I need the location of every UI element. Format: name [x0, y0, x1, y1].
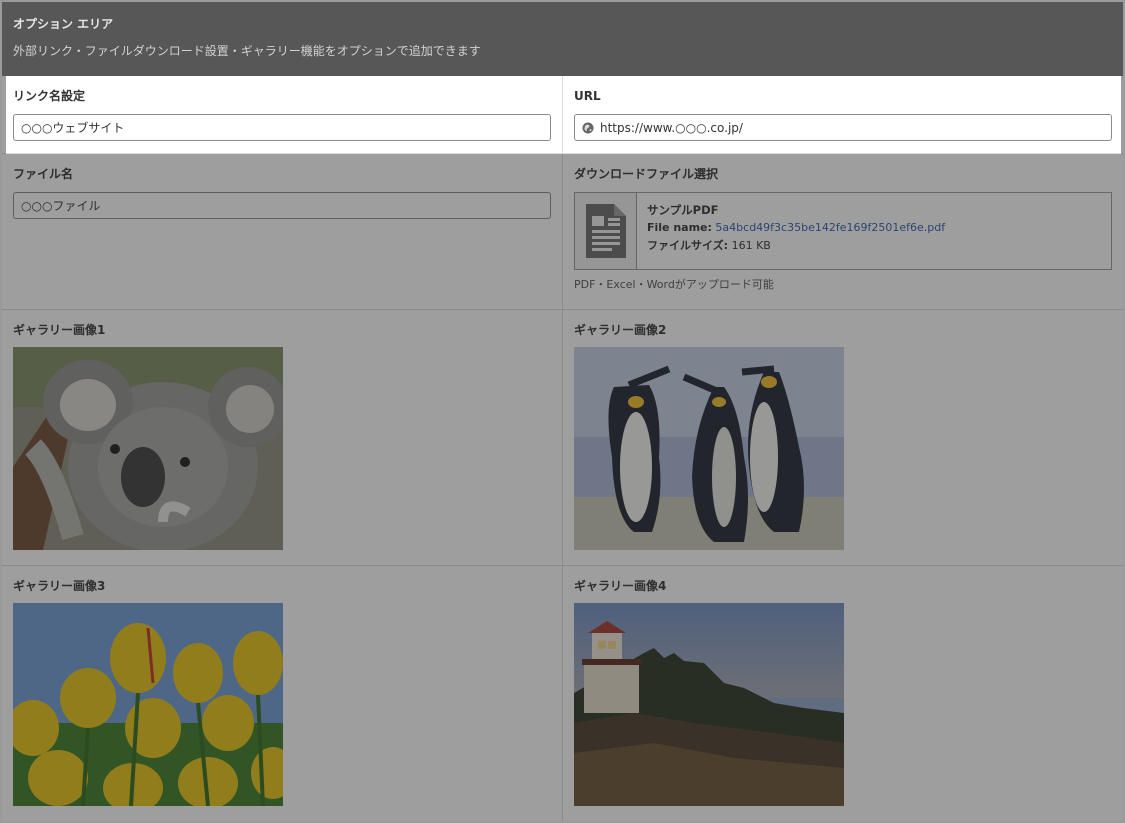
- gallery-cell-3: ギャラリー画像3: [2, 566, 563, 821]
- gallery-cell-4: ギャラリー画像4: [563, 566, 1123, 821]
- url-field[interactable]: [574, 114, 1112, 141]
- file-size-row: ファイルサイズ: 161 KB: [647, 237, 945, 255]
- file-row: ファイル名 ダウンロードファイル選択: [2, 154, 1123, 310]
- file-name-row: File name: 5a4bcd49f3c35be142fe169f2501e…: [647, 219, 945, 237]
- url-input[interactable]: [600, 116, 1104, 139]
- gallery-label-4: ギャラリー画像4: [574, 579, 667, 593]
- file-name-label: ファイル名: [13, 167, 74, 181]
- link-name-input[interactable]: [13, 114, 551, 141]
- gallery-row-2: ギャラリー画像3 ギャラリー画像4: [2, 566, 1123, 821]
- link-name-cell: リンク名設定: [2, 76, 563, 153]
- download-label: ダウンロードファイル選択: [574, 167, 719, 181]
- download-cell: ダウンロードファイル選択 サンプルPDF File name: 5a4bcd49…: [563, 154, 1123, 309]
- globe-icon: [582, 122, 594, 133]
- option-area-description: 外部リンク・ファイルダウンロード設置・ギャラリー機能をオプションで追加できます: [13, 44, 481, 58]
- gallery-label-3: ギャラリー画像3: [13, 579, 106, 593]
- file-name-cell: ファイル名: [2, 154, 563, 309]
- gallery-cell-1: ギャラリー画像1: [2, 310, 563, 565]
- link-row: リンク名設定 URL: [2, 76, 1123, 154]
- upload-note: PDF・Excel・Wordがアップロード可能: [574, 278, 774, 291]
- gallery-row-1: ギャラリー画像1 ギャラリー画像2: [2, 310, 1123, 566]
- gallery-image-penguins[interactable]: [574, 347, 844, 550]
- file-size-key: ファイルサイズ:: [647, 239, 729, 252]
- option-area-header: オプション エリア 外部リンク・ファイルダウンロード設置・ギャラリー機能をオプシ…: [2, 2, 1123, 74]
- gallery-image-koala[interactable]: [13, 347, 283, 550]
- file-name-key: File name:: [647, 221, 712, 234]
- gallery-image-tulips[interactable]: [13, 603, 283, 806]
- url-label: URL: [574, 89, 601, 103]
- file-info: サンプルPDF File name: 5a4bcd49f3c35be142fe1…: [637, 193, 955, 269]
- gallery-label-2: ギャラリー画像2: [574, 323, 667, 337]
- gallery-cell-2: ギャラリー画像2: [563, 310, 1123, 565]
- gallery-label-1: ギャラリー画像1: [13, 323, 106, 337]
- file-name-input[interactable]: [13, 192, 551, 219]
- url-cell: URL: [563, 76, 1123, 153]
- document-icon: [585, 204, 626, 258]
- link-name-label: リンク名設定: [13, 89, 86, 103]
- option-area-panel: オプション エリア 外部リンク・ファイルダウンロード設置・ギャラリー機能をオプシ…: [0, 0, 1125, 823]
- file-name-link[interactable]: 5a4bcd49f3c35be142fe169f2501ef6e.pdf: [715, 221, 945, 234]
- file-size-value: 161 KB: [731, 239, 771, 252]
- file-title: サンプルPDF: [647, 203, 719, 217]
- file-thumbnail: [575, 193, 637, 269]
- option-area-title: オプション エリア: [13, 17, 114, 31]
- download-file-box[interactable]: サンプルPDF File name: 5a4bcd49f3c35be142fe1…: [574, 192, 1112, 270]
- gallery-image-lighthouse[interactable]: [574, 603, 844, 806]
